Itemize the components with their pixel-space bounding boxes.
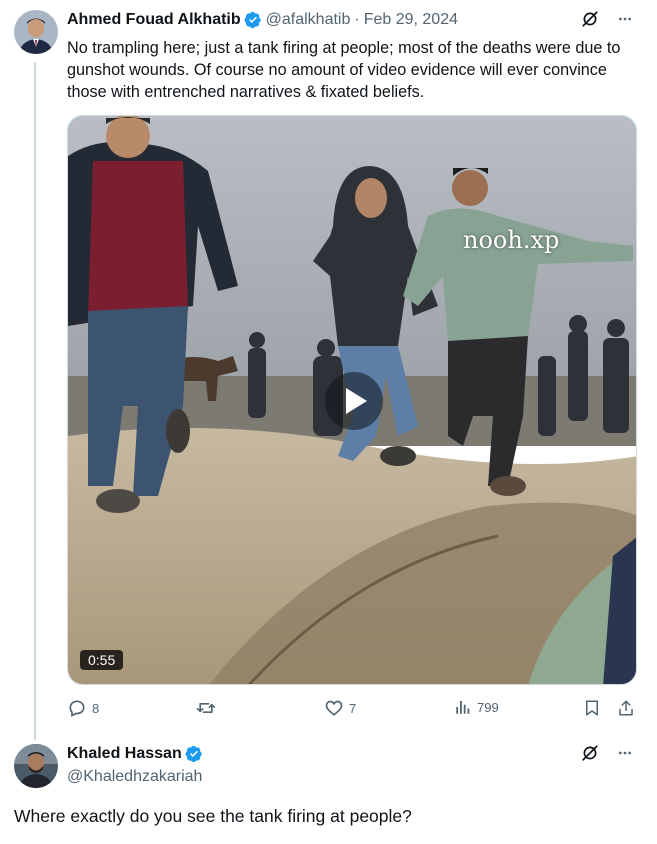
author-handle[interactable]: @afalkhatib	[266, 11, 351, 29]
reply-header: Khaled Hassan	[67, 745, 207, 763]
play-icon	[346, 388, 367, 414]
reply-icon	[69, 700, 85, 717]
repost-icon	[196, 703, 216, 713]
heart-icon	[325, 700, 343, 716]
reply-author-name[interactable]: Khaled Hassan	[67, 745, 182, 763]
more-options-icon[interactable]	[617, 745, 633, 761]
play-button[interactable]	[325, 372, 383, 430]
avatar[interactable]	[14, 10, 58, 54]
grok-icon[interactable]	[581, 10, 599, 28]
like-button[interactable]: 7	[324, 698, 356, 718]
reply-button[interactable]: 8	[67, 698, 99, 718]
more-options-icon[interactable]	[617, 11, 633, 27]
share-icon	[619, 700, 633, 716]
repost-button[interactable]	[195, 698, 222, 718]
thread-connector-line	[34, 62, 36, 740]
separator-dot: ·	[354, 11, 360, 28]
tweet-action-bar: 8 7 799	[67, 698, 637, 722]
verified-badge-icon	[185, 745, 202, 763]
tweet-text: No trampling here; just a tank firing at…	[67, 39, 621, 101]
video-duration: 0:55	[80, 650, 124, 670]
verified-badge-icon	[244, 11, 261, 29]
bookmark-icon	[586, 700, 598, 716]
reply-author-handle[interactable]: @Khaledhzakariah	[67, 768, 202, 786]
tweet-top-actions	[581, 10, 633, 28]
grok-icon[interactable]	[581, 744, 599, 762]
bookmark-button[interactable]	[583, 698, 601, 718]
video-watermark: nooh.xp	[463, 226, 560, 254]
tweet-date[interactable]: Feb 29, 2024	[364, 11, 458, 29]
tweet-header: Ahmed Fouad Alkhatib @afalkhatib · Feb 2…	[67, 11, 458, 29]
reply-count: 8	[92, 700, 100, 716]
views-button[interactable]: 799	[454, 698, 499, 716]
share-button[interactable]	[617, 698, 635, 718]
reply-top-actions	[581, 744, 633, 762]
author-name[interactable]: Ahmed Fouad Alkhatib	[67, 11, 241, 29]
like-count: 7	[349, 700, 357, 716]
view-count: 799	[477, 699, 499, 715]
video-player[interactable]: nooh.xp 0:55	[67, 115, 637, 685]
reply-avatar[interactable]	[14, 744, 58, 788]
reply-text: Where exactly do you see the tank firing…	[14, 806, 412, 826]
views-icon	[456, 701, 470, 714]
